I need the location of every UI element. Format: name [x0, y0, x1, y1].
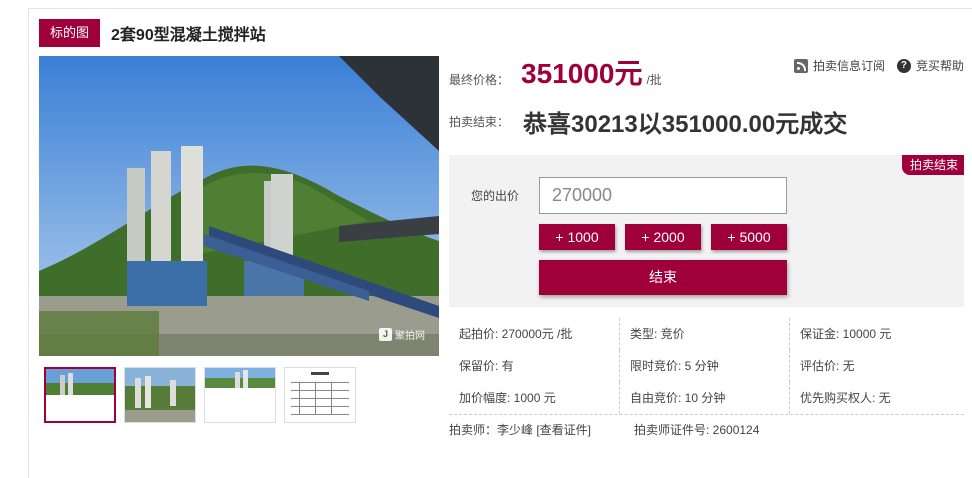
increment-1000-button[interactable]: + 1000: [539, 224, 615, 250]
preemptive-buyer: 优先购买权人: 无: [789, 382, 964, 414]
start-price: 起拍价: 270000元 /批: [459, 327, 573, 341]
auction-result-text: 恭喜30213以351000.00元成交: [523, 111, 848, 138]
thumbnail-1-image: [46, 369, 114, 421]
watermark-logo-icon: J: [379, 328, 392, 341]
thumbnail-4-document-image: [285, 368, 355, 422]
auction-result-row: 拍卖结束： 恭喜30213以351000.00元成交: [449, 104, 847, 139]
main-photo[interactable]: J 聚拍网: [39, 56, 439, 356]
final-price-label: 最终价格：: [449, 73, 510, 87]
end-button[interactable]: 结束: [539, 260, 787, 295]
auctioneer-row: 拍卖师：李少峰 [查看证件] 拍卖师证件号: 2600124: [449, 414, 964, 444]
final-price-row: 最终价格： 351000元 /批: [449, 56, 662, 88]
mixing-plant-photo: [39, 56, 439, 356]
watermark: J 聚拍网: [379, 327, 425, 342]
reserve-price: 保留价: 有: [459, 359, 514, 373]
bid-increment: 加价幅度: 1000 元: [459, 391, 556, 405]
increment-5000-button[interactable]: + 5000: [711, 224, 787, 250]
subscribe-link[interactable]: 拍卖信息订阅: [793, 57, 885, 74]
thumbnail-3-image: [205, 368, 275, 422]
timed-bidding: 限时竞价: 5 分钟: [619, 350, 789, 382]
help-link[interactable]: ? 竞买帮助: [896, 57, 964, 74]
title-tag: 标的图: [39, 19, 101, 47]
thumbnail-3[interactable]: [204, 367, 276, 423]
final-price-unit: /批: [646, 73, 662, 87]
auctioneer-name[interactable]: 拍卖师：李少峰 [查看证件]: [449, 415, 634, 444]
bid-input[interactable]: 270000: [539, 177, 787, 214]
deposit: 保证金: 10000 元: [789, 318, 964, 350]
thumbnail-1[interactable]: [44, 367, 116, 423]
thumbnail-4[interactable]: [284, 367, 356, 423]
subscribe-link-label: 拍卖信息订阅: [812, 59, 885, 73]
thumbnail-strip: [44, 367, 356, 423]
final-price: 351000元: [521, 58, 643, 89]
increment-2000-button[interactable]: + 2000: [625, 224, 701, 250]
free-bidding: 自由竞价: 10 分钟: [619, 382, 789, 414]
auction-type: 类型: 竞价: [619, 318, 789, 350]
title-row: 标的图 2套90型混凝土搅拌站: [39, 19, 266, 47]
bid-panel: 拍卖结束 您的出价 270000 + 1000 + 2000 + 5000 结束: [449, 155, 964, 307]
thumbnail-2-image: [125, 368, 195, 422]
thumbnail-2[interactable]: [124, 367, 196, 423]
help-icon: ?: [896, 58, 911, 73]
page-title: 2套90型混凝土搅拌站: [111, 27, 266, 44]
appraisal-price: 评估价: 无: [789, 350, 964, 382]
bid-label: 您的出价: [471, 189, 520, 203]
rss-icon: [793, 58, 808, 73]
watermark-text: 聚拍网: [395, 331, 425, 342]
auctioneer-cert: 拍卖师证件号: 2600124: [634, 423, 760, 437]
help-link-label: 竞买帮助: [915, 59, 964, 73]
status-badge: 拍卖结束: [901, 155, 964, 175]
auction-info-table: 起拍价: 270000元 /批 类型: 竞价 保证金: 10000 元 保留价:…: [449, 318, 964, 444]
auction-end-label: 拍卖结束：: [449, 115, 510, 129]
header-links: 拍卖信息订阅 ? 竞买帮助: [793, 57, 964, 74]
